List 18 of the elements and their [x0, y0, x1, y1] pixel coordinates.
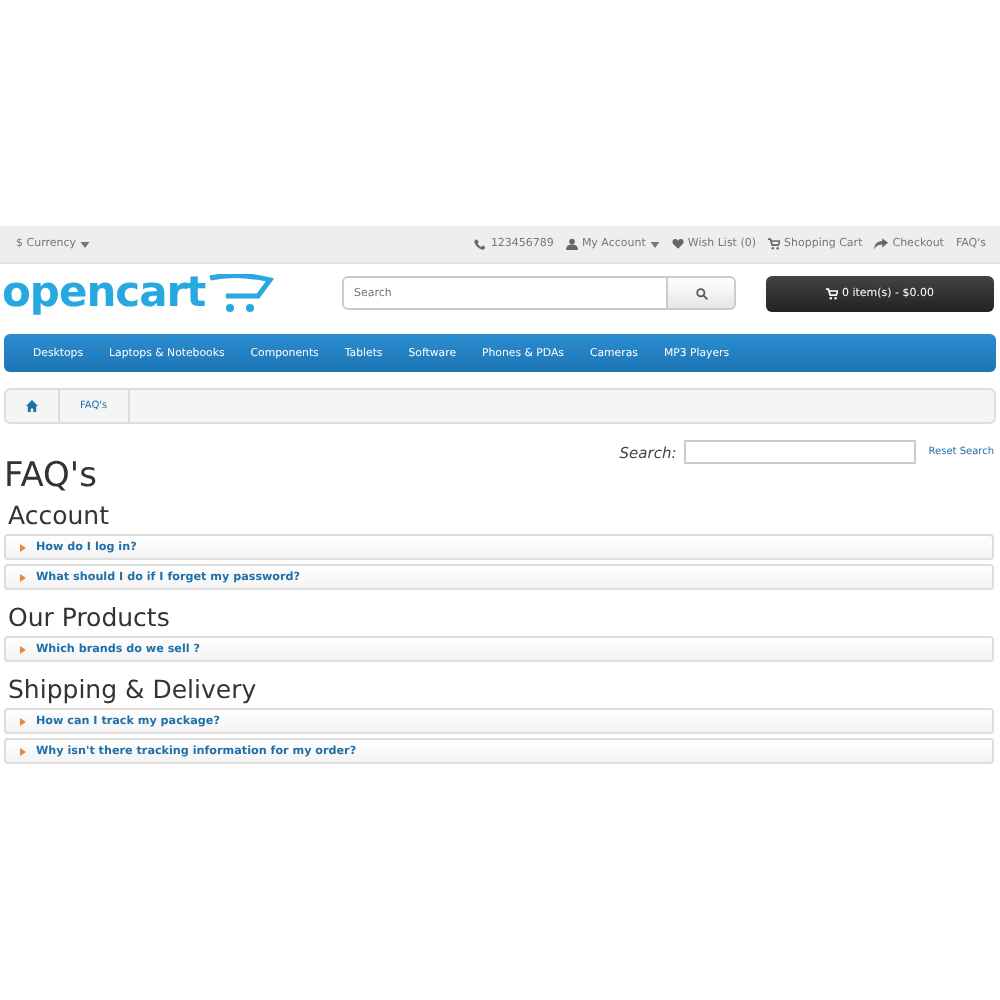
section-heading: Account [8, 500, 111, 530]
cart-icon [768, 238, 781, 250]
search-button[interactable] [668, 276, 736, 310]
faq-search-field[interactable] [684, 440, 917, 464]
page-title: FAQ's [4, 456, 99, 496]
section-heading: Our Products [8, 602, 172, 632]
home-icon[interactable] [26, 400, 38, 412]
cart-icon [205, 274, 274, 314]
user-icon [565, 238, 578, 250]
search-icon [695, 287, 707, 299]
section-heading: Shipping & Delivery [8, 674, 259, 704]
caret-icon [649, 241, 660, 247]
heart-icon [671, 238, 684, 250]
phone-icon [474, 238, 487, 250]
logo[interactable]: opencart [2, 272, 206, 314]
cart-icon [825, 287, 838, 299]
share-icon [874, 238, 889, 250]
caret-icon [80, 241, 91, 247]
